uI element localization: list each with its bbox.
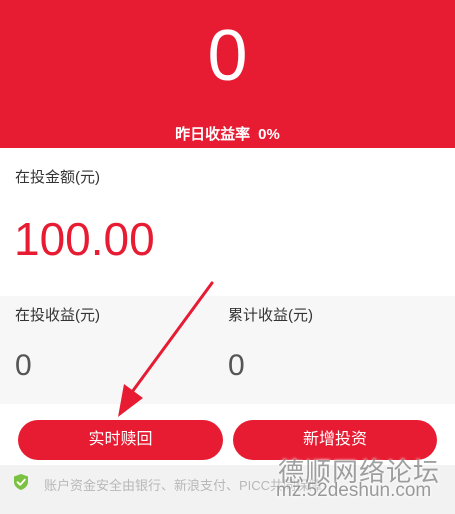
- total-earnings-value: 0: [228, 349, 245, 382]
- yesterday-yield-rate: 昨日收益率 0%: [0, 126, 455, 144]
- watermark-url: mz.52deshun.com: [276, 480, 432, 501]
- shield-check-icon: [14, 474, 28, 490]
- investment-detail-page: 0 昨日收益率 0% 在投金额(元) 100.00 在投收益(元) 0 累计收益(…: [0, 0, 455, 514]
- total-earnings: 累计收益(元) 0: [228, 296, 442, 404]
- yesterday-earnings-value: 0: [207, 16, 248, 96]
- invested-amount-label: 在投金额(元): [15, 169, 100, 186]
- yield-header: 0 昨日收益率 0%: [0, 0, 455, 148]
- yield-rate-label: 昨日收益率: [175, 126, 251, 143]
- invested-amount-value: 100.00: [14, 213, 155, 265]
- current-earnings-value: 0: [15, 349, 32, 382]
- yield-rate-value: 0%: [258, 126, 280, 143]
- current-earnings: 在投收益(元) 0: [15, 296, 229, 404]
- current-earnings-label: 在投收益(元): [15, 307, 100, 324]
- redeem-button[interactable]: 实时赎回: [18, 420, 223, 460]
- earnings-section: 在投收益(元) 0 累计收益(元) 0: [0, 296, 455, 404]
- total-earnings-label: 累计收益(元): [228, 307, 313, 324]
- invested-amount-section: 在投金额(元) 100.00: [0, 148, 455, 296]
